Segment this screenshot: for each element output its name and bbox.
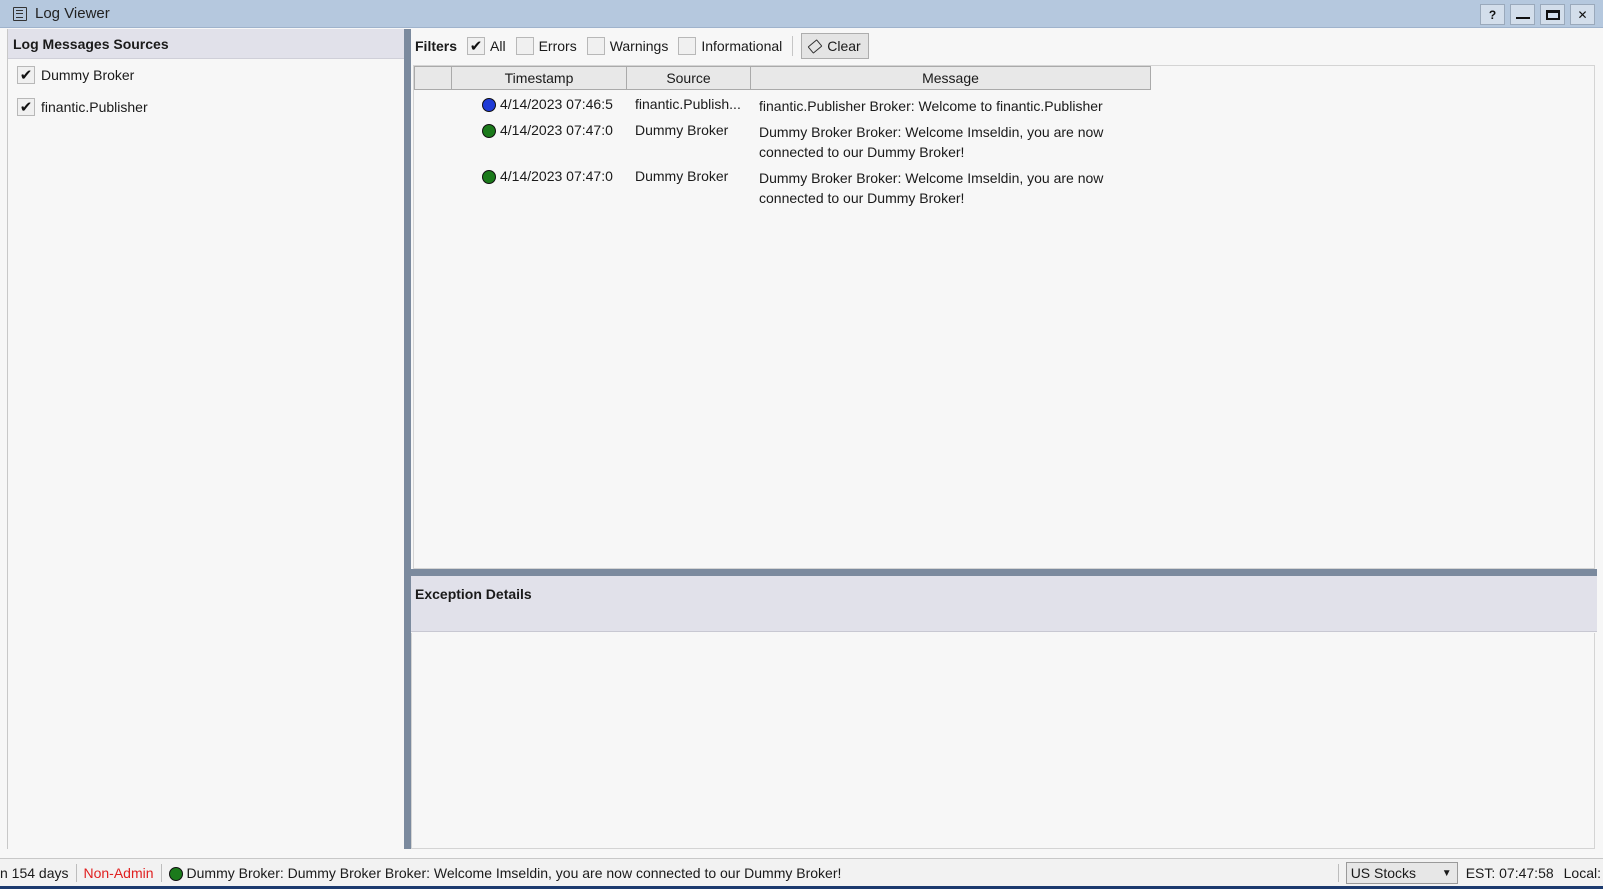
source-label: finantic.Publisher bbox=[41, 99, 148, 115]
status-bar: n 154 days Non-Admin Dummy Broker: Dummy… bbox=[0, 858, 1603, 886]
table-row[interactable]: 4/14/2023 07:47:0 Dummy Broker Dummy Bro… bbox=[414, 162, 1594, 208]
row-source: Dummy Broker bbox=[635, 168, 729, 184]
source-item-dummy-broker[interactable]: ✔ Dummy Broker bbox=[8, 59, 405, 91]
chevron-down-icon: ▼ bbox=[1441, 867, 1452, 879]
log-grid: Timestamp Source Message 4/14/2023 07:46… bbox=[413, 65, 1595, 569]
filters-toolbar: Filters ✔ All Errors Warnings Informatio… bbox=[411, 29, 1597, 63]
source-checkbox[interactable]: ✔ bbox=[17, 66, 35, 84]
log-viewer-icon bbox=[13, 6, 27, 21]
filter-all[interactable]: ✔ All bbox=[467, 37, 506, 55]
status-days: n 154 days bbox=[0, 864, 69, 881]
source-label: Dummy Broker bbox=[41, 67, 135, 83]
row-source: Dummy Broker bbox=[635, 122, 729, 138]
sources-panel: Log Messages Sources ✔ Dummy Broker ✔ fi… bbox=[7, 29, 405, 849]
maximize-icon bbox=[1545, 9, 1560, 20]
help-button[interactable]: ? bbox=[1480, 4, 1505, 25]
title-bar: Log Viewer ? ✕ bbox=[0, 0, 1603, 28]
status-separator bbox=[160, 863, 162, 882]
status-separator bbox=[75, 863, 77, 882]
filters-title: Filters bbox=[415, 38, 458, 54]
clear-button[interactable]: Clear bbox=[801, 33, 869, 59]
filter-errors-label: Errors bbox=[538, 38, 577, 54]
info-level-dot-icon bbox=[482, 98, 496, 112]
success-level-dot-icon bbox=[482, 124, 496, 138]
close-button[interactable]: ✕ bbox=[1570, 4, 1595, 25]
filter-informational[interactable]: Informational bbox=[678, 37, 782, 55]
est-time: EST: 07:47:58 bbox=[1465, 865, 1554, 881]
source-checkbox[interactable]: ✔ bbox=[17, 98, 35, 116]
success-level-dot-icon bbox=[482, 170, 496, 184]
status-message-text: Dummy Broker: Dummy Broker Broker: Welco… bbox=[186, 864, 842, 881]
filter-errors-checkbox[interactable] bbox=[515, 37, 534, 55]
exception-details-header: Exception Details bbox=[411, 576, 1597, 632]
toolbar-separator bbox=[792, 36, 794, 56]
source-item-finantic-publisher[interactable]: ✔ finantic.Publisher bbox=[8, 91, 405, 123]
table-row[interactable]: 4/14/2023 07:46:5 finantic.Publish... fi… bbox=[414, 90, 1594, 116]
sources-header: Log Messages Sources bbox=[8, 29, 405, 59]
row-source: finantic.Publish... bbox=[635, 96, 741, 112]
column-header-level[interactable] bbox=[414, 66, 452, 90]
filter-informational-checkbox[interactable] bbox=[678, 37, 697, 55]
market-select[interactable]: US Stocks ▼ bbox=[1345, 862, 1458, 884]
row-message: finantic.Publisher Broker: Welcome to fi… bbox=[759, 98, 1103, 114]
maximize-button[interactable] bbox=[1540, 4, 1565, 25]
help-icon: ? bbox=[1488, 7, 1497, 22]
column-header-message[interactable]: Message bbox=[751, 66, 1151, 90]
status-role: Non-Admin bbox=[83, 864, 154, 881]
status-dot-icon bbox=[168, 866, 183, 881]
window-title: Log Viewer bbox=[35, 5, 110, 22]
table-row[interactable]: 4/14/2023 07:47:0 Dummy Broker Dummy Bro… bbox=[414, 116, 1594, 162]
log-panel: Filters ✔ All Errors Warnings Informatio… bbox=[411, 29, 1597, 849]
exception-details-body bbox=[411, 633, 1595, 849]
grid-header: Timestamp Source Message bbox=[414, 66, 1594, 90]
filter-warnings[interactable]: Warnings bbox=[586, 37, 669, 55]
filter-informational-label: Informational bbox=[701, 38, 783, 54]
filter-all-label: All bbox=[490, 38, 506, 54]
filter-warnings-checkbox[interactable] bbox=[586, 37, 605, 55]
column-header-timestamp[interactable]: Timestamp bbox=[452, 66, 627, 90]
filter-warnings-label: Warnings bbox=[609, 38, 669, 54]
row-timestamp: 4/14/2023 07:46:5 bbox=[500, 96, 613, 112]
row-timestamp: 4/14/2023 07:47:0 bbox=[500, 122, 613, 138]
window-controls: ? ✕ bbox=[1480, 4, 1595, 25]
minimize-button[interactable] bbox=[1510, 4, 1535, 25]
row-timestamp: 4/14/2023 07:47:0 bbox=[500, 168, 613, 184]
minimize-icon bbox=[1515, 16, 1530, 19]
eraser-icon bbox=[807, 38, 823, 54]
status-right: US Stocks ▼ EST: 07:47:58 Local: bbox=[1331, 859, 1603, 887]
row-message: Dummy Broker Broker: Welcome Imseldin, y… bbox=[759, 124, 1104, 160]
status-message: Dummy Broker: Dummy Broker Broker: Welco… bbox=[168, 864, 842, 881]
vertical-splitter[interactable] bbox=[404, 29, 411, 849]
column-header-source[interactable]: Source bbox=[627, 66, 751, 90]
local-time-label: Local: bbox=[1563, 865, 1601, 881]
row-message: Dummy Broker Broker: Welcome Imseldin, y… bbox=[759, 170, 1104, 206]
market-select-value: US Stocks bbox=[1350, 865, 1417, 881]
filter-all-checkbox[interactable]: ✔ bbox=[467, 37, 486, 55]
status-separator bbox=[1337, 864, 1339, 882]
filter-errors[interactable]: Errors bbox=[515, 37, 577, 55]
clear-label: Clear bbox=[827, 38, 861, 54]
close-icon: ✕ bbox=[1577, 7, 1588, 22]
horizontal-splitter[interactable] bbox=[411, 569, 1597, 576]
